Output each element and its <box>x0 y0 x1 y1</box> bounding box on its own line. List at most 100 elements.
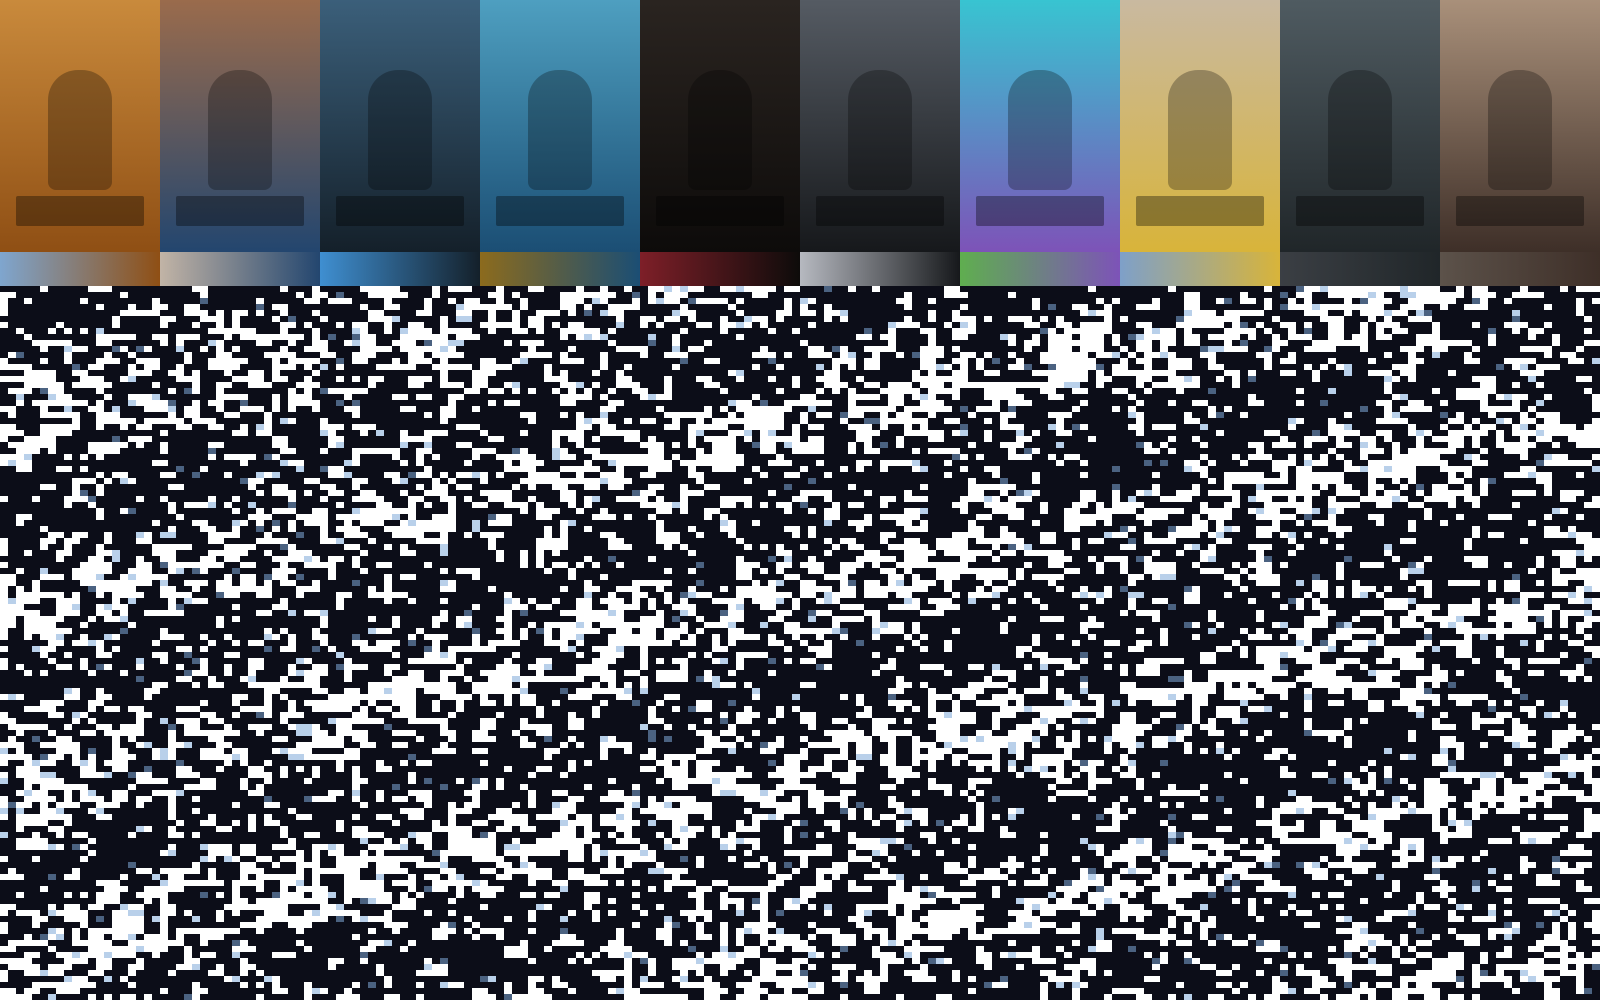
grid-noise-block <box>1528 394 1536 406</box>
grid-highlight-block <box>584 418 592 424</box>
grid-noise-block <box>512 562 520 568</box>
grid-noise-block <box>368 430 376 436</box>
grid-noise-block <box>920 334 928 340</box>
poster-9[interactable] <box>1280 0 1440 286</box>
grid-noise-block <box>848 508 856 514</box>
grid-noise-block <box>0 532 8 538</box>
grid-noise-block <box>24 340 32 346</box>
grid-noise-block <box>592 406 600 418</box>
grid-noise-block <box>1536 394 1544 400</box>
grid-noise-block <box>1400 358 1408 364</box>
grid-noise-block <box>912 568 920 574</box>
grid-noise-block <box>232 514 248 520</box>
grid-noise-block <box>1032 508 1040 514</box>
grid-noise-block <box>304 352 320 358</box>
grid-noise-block <box>584 412 592 418</box>
grid-noise-block <box>736 316 744 322</box>
grid-highlight-block <box>1184 376 1192 382</box>
grid-noise-block <box>136 298 152 304</box>
grid-noise-block <box>792 340 800 346</box>
grid-noise-block <box>840 340 848 346</box>
grid-noise-block <box>632 478 648 484</box>
grid-noise-block <box>1064 442 1072 448</box>
grid-noise-block <box>1376 508 1384 514</box>
poster-10[interactable] <box>1440 0 1600 286</box>
grid-noise-block <box>992 298 1000 304</box>
grid-noise-block <box>520 406 536 412</box>
poster-6[interactable] <box>800 0 960 286</box>
grid-noise-block <box>1336 370 1344 376</box>
poster-2[interactable] <box>160 0 320 286</box>
grid-noise-block <box>1416 394 1424 400</box>
grid-highlight-block <box>736 286 744 292</box>
grid-highlight-block <box>280 460 288 466</box>
grid-noise-block <box>504 286 520 292</box>
grid-noise-block <box>112 490 120 496</box>
grid-noise-block <box>72 544 80 550</box>
grid-noise-block <box>192 556 200 562</box>
grid-noise-block <box>1000 400 1008 406</box>
grid-noise-block <box>32 286 40 292</box>
poster-3[interactable] <box>320 0 480 286</box>
grid-noise-block <box>376 382 392 394</box>
grid-noise-block <box>1192 496 1200 502</box>
grid-noise-block <box>888 478 904 484</box>
grid-noise-block <box>488 442 496 448</box>
grid-noise-block <box>608 502 616 508</box>
grid-highlight-block <box>1344 364 1352 370</box>
grid-noise-block <box>1576 316 1584 322</box>
grid-noise-block <box>1008 466 1016 472</box>
grid-noise-block <box>1528 364 1536 370</box>
grid-noise-block <box>664 334 672 340</box>
grid-noise-block <box>968 544 984 550</box>
poster-4[interactable] <box>480 0 640 286</box>
poster-7[interactable] <box>960 0 1120 286</box>
grid-noise-block <box>1296 550 1304 556</box>
grid-noise-block <box>1112 550 1120 556</box>
grid-noise-block <box>872 424 880 430</box>
grid-noise-block <box>424 454 432 466</box>
grid-noise-block <box>1448 412 1456 418</box>
grid-noise-block <box>1016 340 1024 352</box>
poster-5[interactable] <box>640 0 800 286</box>
grid-noise-block <box>1000 316 1008 322</box>
grid-noise-block <box>688 376 696 382</box>
grid-noise-block <box>128 328 144 334</box>
grid-noise-block <box>1144 412 1152 418</box>
grid-noise-block <box>88 472 96 478</box>
grid-noise-block <box>1480 418 1496 424</box>
grid-noise-block <box>1472 466 1480 478</box>
grid-noise-block <box>1368 364 1384 370</box>
grid-noise-block <box>464 544 480 550</box>
grid-noise-block <box>0 370 16 376</box>
grid-noise-block <box>1416 496 1424 502</box>
grid-noise-block <box>408 442 424 448</box>
grid-noise-block <box>720 484 736 490</box>
grid-noise-block <box>800 352 808 358</box>
grid-noise-block <box>1288 436 1304 442</box>
grid-noise-block <box>472 460 480 466</box>
grid-noise-block <box>968 448 976 460</box>
grid-noise-block <box>256 418 264 424</box>
grid-noise-block <box>672 436 680 442</box>
grid-noise-block <box>448 442 456 448</box>
grid-noise-block <box>968 538 976 544</box>
grid-noise-block <box>544 466 560 472</box>
grid-noise-block <box>872 460 880 466</box>
grid-noise-block <box>0 556 8 562</box>
grid-noise-block <box>312 316 320 322</box>
grid-highlight-block <box>456 316 464 322</box>
poster-8[interactable] <box>1120 0 1280 286</box>
grid-noise-block <box>368 532 376 538</box>
grid-noise-block <box>1368 430 1376 436</box>
grid-noise-block <box>1128 346 1136 352</box>
grid-noise-block <box>712 550 720 556</box>
poster-1[interactable] <box>0 0 160 286</box>
grid-noise-block <box>328 532 344 538</box>
grid-noise-block <box>888 316 904 322</box>
grid-noise-block <box>624 574 632 586</box>
grid-noise-block <box>832 448 848 460</box>
grid-noise-block <box>712 568 720 574</box>
poster-art <box>480 0 640 252</box>
grid-noise-block <box>696 436 704 448</box>
